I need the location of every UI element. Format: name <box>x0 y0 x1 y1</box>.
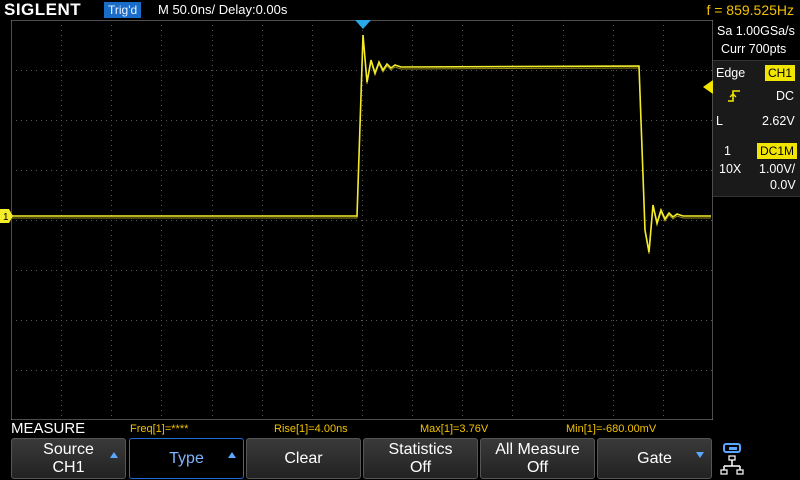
trigger-source: CH1 <box>765 65 796 81</box>
source-label: Source <box>43 441 94 458</box>
channel-coupling: DC1M <box>757 143 798 159</box>
statistics-label: Statistics <box>388 441 453 458</box>
all-measure-value: Off <box>526 459 549 476</box>
gate-softkey[interactable]: Gate <box>597 438 712 479</box>
measure-title: MEASURE <box>11 420 86 437</box>
measure-min: Min[1]=-680.00mV <box>566 423 657 435</box>
waveform-grid <box>11 20 713 420</box>
trigger-type: Edge <box>716 66 746 80</box>
memory-depth: Curr 700pts <box>721 42 787 56</box>
vertical-offset: 0.0V <box>770 178 796 192</box>
type-label: Type <box>169 450 204 467</box>
trigger-level-marker[interactable] <box>703 80 713 94</box>
source-softkey[interactable]: Source CH1 <box>11 438 126 479</box>
measure-bar: MEASURE Freq[1]=**** Rise[1]=4.00ns Max[… <box>0 420 712 438</box>
clear-softkey[interactable]: Clear <box>246 438 361 479</box>
clear-label: Clear <box>284 450 323 467</box>
measure-freq: Freq[1]=**** <box>130 423 189 435</box>
frequency-readout: f = 859.525Hz <box>706 2 794 18</box>
all-measure-softkey[interactable]: All Measure Off <box>480 438 595 479</box>
channel-number: 1 <box>724 144 731 158</box>
status-bar: SIGLENT Trig'd M 50.0ns/ Delay:0.00s f =… <box>0 0 800 20</box>
arrow-up-icon <box>228 452 236 458</box>
measure-rise: Rise[1]=4.00ns <box>274 423 348 435</box>
rising-edge-icon <box>728 90 740 102</box>
trigger-level-label: L <box>716 114 723 128</box>
waveform-display[interactable]: 1 <box>0 20 713 420</box>
trigger-coupling: DC <box>776 89 795 103</box>
all-measure-label: All Measure <box>495 441 580 458</box>
sample-rate: Sa 1.00GSa/s <box>717 24 795 38</box>
softkey-menu: Source CH1 Type Clear Statistics Off All… <box>0 438 800 480</box>
statistics-value: Off <box>409 459 432 476</box>
channel-info-block[interactable]: 1 DC1M 10X 1.00V/ 0.0V <box>713 140 800 197</box>
svg-text:1: 1 <box>3 212 9 223</box>
network-icon <box>720 443 744 475</box>
arrow-up-icon <box>110 452 118 458</box>
probe-attenuation: 10X <box>719 162 742 176</box>
timebase-readout: M 50.0ns/ Delay:0.00s <box>158 0 287 20</box>
gate-label: Gate <box>637 450 672 467</box>
statistics-softkey[interactable]: Statistics Off <box>363 438 478 479</box>
trigger-status-badge: Trig'd <box>104 2 142 18</box>
type-softkey[interactable]: Type <box>129 438 244 479</box>
source-value: CH1 <box>52 459 85 476</box>
timebase-value: M 50.0ns/ <box>158 2 216 17</box>
trigger-level: 2.62V <box>762 114 795 128</box>
vertical-scale: 1.00V/ <box>759 162 796 176</box>
right-info-panel: Sa 1.00GSa/s Curr 700pts Edge CH1 DC L 2… <box>703 20 800 420</box>
arrow-down-icon <box>696 452 704 458</box>
brand-logo: SIGLENT <box>4 0 82 19</box>
delay-value: Delay:0.00s <box>218 2 288 17</box>
measure-max: Max[1]=3.76V <box>420 423 489 435</box>
